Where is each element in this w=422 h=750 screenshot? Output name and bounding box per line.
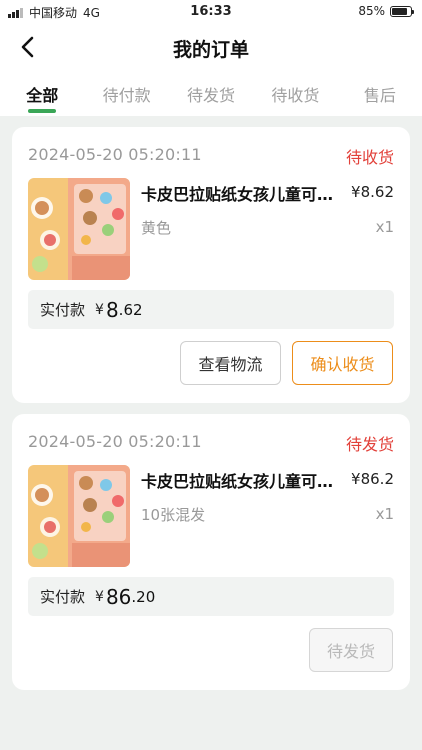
product-price: ¥8.62 — [351, 183, 394, 201]
order-status: 待发货 — [345, 435, 394, 454]
paid-amount-integer: 86 — [105, 584, 132, 609]
tab-active-indicator — [28, 109, 57, 113]
product-quantity: x1 — [375, 218, 394, 236]
product-name[interactable]: 卡皮巴拉贴纸女孩儿童可爱卡通贴纸 — [141, 468, 343, 492]
currency-symbol: ¥ — [95, 588, 104, 605]
product-image[interactable] — [28, 178, 130, 280]
status-right: 85% — [358, 4, 414, 18]
paid-amount-decimal: .62 — [118, 300, 143, 319]
order-tabs: 全部 待付款 待发货 待收货 售后 — [0, 70, 422, 116]
paid-amount-bar: 实付款 ¥ 86 .20 — [28, 577, 394, 616]
tab-label: 待收货 — [271, 86, 320, 105]
product-quantity: x1 — [375, 505, 394, 523]
order-card[interactable]: 2024-05-20 05:20:11 待收货 卡皮巴拉贴纸女孩儿童可爱卡通贴纸… — [12, 127, 410, 403]
tab-pending-receipt[interactable]: 待收货 — [253, 70, 337, 116]
order-status: 待收货 — [345, 148, 394, 167]
product-spec: 黄色 — [141, 219, 172, 237]
paid-amount-decimal: .20 — [131, 587, 156, 606]
battery-percent: 85% — [358, 4, 385, 18]
tab-pending-shipment[interactable]: 待发货 — [169, 70, 253, 116]
currency-symbol: ¥ — [95, 301, 104, 318]
product-price: ¥86.2 — [351, 470, 394, 488]
product-image[interactable] — [28, 465, 130, 567]
status-bar: 中国移动 4G 16:33 85% — [0, 0, 422, 24]
paid-label: 实付款 — [40, 588, 86, 606]
paid-amount-integer: 8 — [105, 297, 119, 322]
paid-amount-bar: 实付款 ¥ 8 .62 — [28, 290, 394, 329]
battery-icon — [390, 5, 414, 17]
tab-label: 售后 — [363, 86, 396, 105]
confirm-receipt-button[interactable]: 确认收货 — [292, 341, 393, 385]
tab-all[interactable]: 全部 — [0, 70, 84, 116]
product-spec: 10张混发 — [141, 506, 206, 524]
order-time: 2024-05-20 05:20:11 — [28, 145, 202, 164]
tab-label: 全部 — [26, 86, 59, 105]
nav-header: 我的订单 — [0, 24, 422, 70]
tab-pending-payment[interactable]: 待付款 — [84, 70, 168, 116]
order-card[interactable]: 2024-05-20 05:20:11 待发货 卡皮巴拉贴纸女孩儿童可爱卡通贴纸… — [12, 414, 410, 690]
pending-shipment-button[interactable]: 待发货 — [309, 628, 393, 672]
battery-fill — [392, 7, 408, 15]
view-logistics-button[interactable]: 查看物流 — [180, 341, 281, 385]
tab-after-sales[interactable]: 售后 — [338, 70, 422, 116]
page-title: 我的订单 — [172, 39, 249, 61]
tab-label: 待发货 — [187, 86, 236, 105]
paid-label: 实付款 — [40, 301, 86, 319]
tab-label: 待付款 — [102, 86, 151, 105]
product-name[interactable]: 卡皮巴拉贴纸女孩儿童可爱卡通贴纸 — [141, 181, 343, 205]
order-time: 2024-05-20 05:20:11 — [28, 432, 202, 451]
